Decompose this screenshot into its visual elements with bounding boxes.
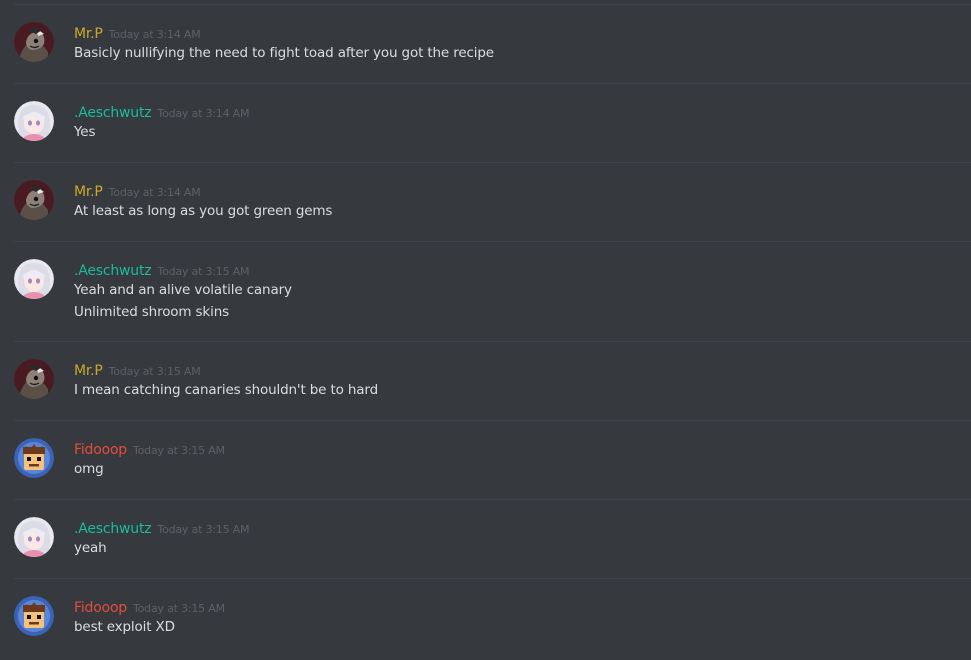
timestamp: Today at 3:15 AM (157, 265, 250, 278)
message-text: At least as long as you got green gems (74, 203, 333, 219)
message-text: yeah (74, 540, 107, 556)
timestamp: Today at 3:15 AM (133, 602, 225, 615)
chat-messages: Mr.P Today at 3:14 AM Basicly nullifying t… (0, 0, 971, 660)
username[interactable]: .Aeschwutz (74, 105, 152, 121)
message-header: .Aeschwutz Today at 3:14 AM (74, 102, 249, 122)
timestamp: Today at 3:15 AM (157, 523, 250, 536)
message-header: Fidooop Today at 3:15 AM (74, 597, 225, 617)
message-divider (14, 341, 971, 342)
message-text: Yeah and an alive volatile canary (74, 282, 292, 298)
message-text: best exploit XD (74, 619, 175, 635)
username[interactable]: Fidooop (74, 600, 127, 616)
mrp-avatar[interactable] (14, 359, 54, 399)
timestamp: Today at 3:15 AM (133, 444, 225, 457)
message-header: Fidooop Today at 3:15 AM (74, 439, 225, 459)
message-header: .Aeschwutz Today at 3:15 AM (74, 518, 249, 538)
message-divider (14, 578, 971, 579)
message-divider (14, 162, 971, 163)
message-text: omg (74, 461, 104, 477)
fidooop-avatar[interactable] (14, 438, 54, 478)
aeschwutz-avatar[interactable] (14, 259, 54, 299)
mrp-avatar[interactable] (14, 180, 54, 220)
mrp-avatar[interactable] (14, 22, 54, 62)
message-divider (14, 420, 971, 421)
message-text: Basicly nullifying the need to fight toa… (74, 45, 494, 61)
aeschwutz-avatar[interactable] (14, 517, 54, 557)
message-header: .Aeschwutz Today at 3:15 AM (74, 260, 249, 280)
message-text: Unlimited shroom skins (74, 304, 229, 320)
message-header: Mr.P Today at 3:14 AM (74, 23, 201, 43)
username[interactable]: .Aeschwutz (74, 263, 152, 279)
timestamp: Today at 3:14 AM (108, 186, 201, 199)
username[interactable]: Fidooop (74, 442, 127, 458)
message-header: Mr.P Today at 3:15 AM (74, 360, 201, 380)
message-divider (14, 241, 971, 242)
message-header: Mr.P Today at 3:14 AM (74, 181, 201, 201)
aeschwutz-avatar[interactable] (14, 101, 54, 141)
username[interactable]: .Aeschwutz (74, 521, 152, 537)
message-divider (14, 499, 971, 500)
message-text: I mean catching canaries shouldn't be to… (74, 382, 378, 398)
username[interactable]: Mr.P (74, 184, 103, 200)
timestamp: Today at 3:15 AM (108, 365, 201, 378)
message-text: Yes (74, 124, 96, 140)
username[interactable]: Mr.P (74, 363, 103, 379)
message-divider (14, 4, 971, 5)
message-divider (14, 83, 971, 84)
timestamp: Today at 3:14 AM (108, 28, 201, 41)
fidooop-avatar[interactable] (14, 596, 54, 636)
timestamp: Today at 3:14 AM (157, 107, 250, 120)
username[interactable]: Mr.P (74, 26, 103, 42)
